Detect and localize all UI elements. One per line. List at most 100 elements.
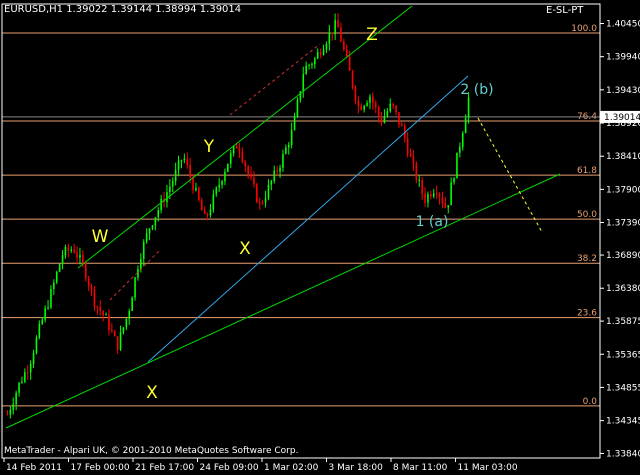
wave-label-1: Y bbox=[203, 137, 215, 157]
candle-body bbox=[386, 111, 389, 117]
candle-body bbox=[401, 124, 403, 127]
x-tick-label: 11 Mar 03:00 bbox=[458, 463, 518, 473]
candle-body bbox=[409, 154, 412, 157]
candle-body bbox=[432, 193, 435, 197]
candle-body bbox=[258, 202, 261, 204]
candle-body bbox=[189, 164, 191, 178]
candle-body bbox=[464, 118, 467, 134]
candle-body bbox=[267, 184, 270, 199]
y-tick-label: 1.37900 bbox=[606, 185, 640, 195]
current-price-label: 1.39014 bbox=[604, 113, 640, 123]
candle-body bbox=[334, 20, 336, 35]
candle-body bbox=[93, 288, 96, 307]
candle-body bbox=[392, 103, 394, 106]
fib-label: 0.0 bbox=[583, 397, 598, 407]
candle-body bbox=[26, 372, 29, 374]
candle-body bbox=[148, 228, 151, 234]
candle-body bbox=[87, 278, 90, 286]
candle-body bbox=[438, 194, 441, 198]
candle-body bbox=[171, 181, 174, 187]
chart-title: EURUSD,H1 1.39022 1.39144 1.38994 1.3901… bbox=[4, 4, 241, 15]
candle-body bbox=[345, 49, 348, 57]
candle-body bbox=[418, 180, 421, 182]
candle-body bbox=[377, 107, 380, 117]
trendlines[interactable] bbox=[5, 5, 561, 429]
candle-body bbox=[238, 148, 241, 152]
candle-body bbox=[122, 327, 125, 333]
x-tick-label: 24 Feb 09:00 bbox=[200, 463, 259, 473]
candle-body bbox=[131, 297, 133, 311]
candle-body bbox=[227, 163, 229, 172]
candle-body bbox=[424, 193, 426, 203]
x-tick-label: 14 Feb 2011 bbox=[6, 463, 62, 473]
candle-body bbox=[105, 314, 107, 316]
fib-grid: 100.076.461.850.038.223.60.0 bbox=[2, 24, 600, 407]
candle-body bbox=[441, 197, 444, 204]
candle-body bbox=[285, 147, 287, 154]
candle-body bbox=[203, 210, 206, 214]
candle-body bbox=[427, 194, 429, 203]
candle-body bbox=[357, 100, 360, 107]
candle-body bbox=[374, 102, 377, 108]
chart-window[interactable]: 100.0 76.4 61.8 50.0 38.2 23.6 0.0 WYXZX2 (b) 1… bbox=[0, 0, 640, 475]
x-tick-label: 3 Mar 18:00 bbox=[329, 463, 384, 473]
candle-body bbox=[96, 306, 99, 308]
candle-body bbox=[90, 285, 93, 289]
candle-body bbox=[200, 200, 203, 211]
y-tick-label: 1.33840 bbox=[606, 449, 640, 459]
fib-label: 61.8 bbox=[577, 166, 597, 176]
fib-label: 100.0 bbox=[571, 24, 597, 34]
candle-body bbox=[50, 288, 52, 308]
candle-body bbox=[102, 311, 104, 316]
candle-body bbox=[293, 116, 296, 130]
candle-body bbox=[453, 178, 455, 183]
candle-body bbox=[29, 363, 32, 373]
x-tick-label: 21 Feb 17:00 bbox=[135, 463, 194, 473]
candle-body bbox=[44, 308, 46, 320]
candle-body bbox=[82, 254, 84, 264]
candle-body bbox=[183, 158, 186, 161]
y-tick-label: 1.39430 bbox=[606, 86, 640, 96]
candle-body bbox=[363, 105, 365, 110]
candle-body bbox=[206, 213, 209, 216]
candle-body bbox=[195, 187, 197, 191]
candle-body bbox=[247, 166, 249, 174]
y-tick-label: 1.34855 bbox=[606, 383, 640, 393]
candle-body bbox=[41, 319, 44, 324]
candle-body bbox=[38, 323, 41, 338]
candle-body bbox=[21, 381, 23, 383]
candle-body bbox=[15, 392, 17, 405]
candle-body bbox=[84, 263, 87, 279]
candle-body bbox=[99, 306, 102, 312]
candle-body bbox=[232, 146, 235, 154]
candle-body bbox=[273, 170, 276, 181]
candle-body bbox=[296, 99, 299, 117]
copyright-text: MetaTrader - Alpari UK, © 2001-2010 Meta… bbox=[4, 446, 298, 456]
candle-body bbox=[369, 96, 371, 103]
y-tick-label: 1.36380 bbox=[606, 284, 640, 294]
candlesticks bbox=[6, 13, 470, 419]
candle-body bbox=[322, 49, 325, 55]
candle-body bbox=[180, 160, 183, 162]
wave-label-5: 2 (b) bbox=[460, 82, 493, 98]
candle-body bbox=[316, 52, 319, 59]
candle-body bbox=[218, 184, 220, 188]
candle-body bbox=[169, 186, 171, 193]
candle-body bbox=[32, 353, 35, 364]
wave-label-3: Z bbox=[366, 25, 378, 45]
candle-body bbox=[111, 330, 113, 332]
x-tick-label: 8 Mar 11:00 bbox=[393, 463, 448, 473]
candle-body bbox=[264, 198, 267, 203]
candle-body bbox=[430, 194, 432, 197]
candle-body bbox=[435, 193, 438, 195]
candle-body bbox=[64, 247, 67, 256]
candle-body bbox=[198, 187, 200, 201]
candle-body bbox=[140, 259, 142, 270]
candle-body bbox=[456, 152, 458, 179]
candle-body bbox=[314, 58, 316, 65]
price-chart[interactable]: 100.076.461.850.038.223.60.0 WYXZX2 (b)1… bbox=[0, 0, 640, 475]
candle-body bbox=[134, 277, 136, 298]
candle-body bbox=[128, 310, 131, 319]
candle-body bbox=[250, 173, 252, 178]
candle-body bbox=[328, 32, 331, 44]
